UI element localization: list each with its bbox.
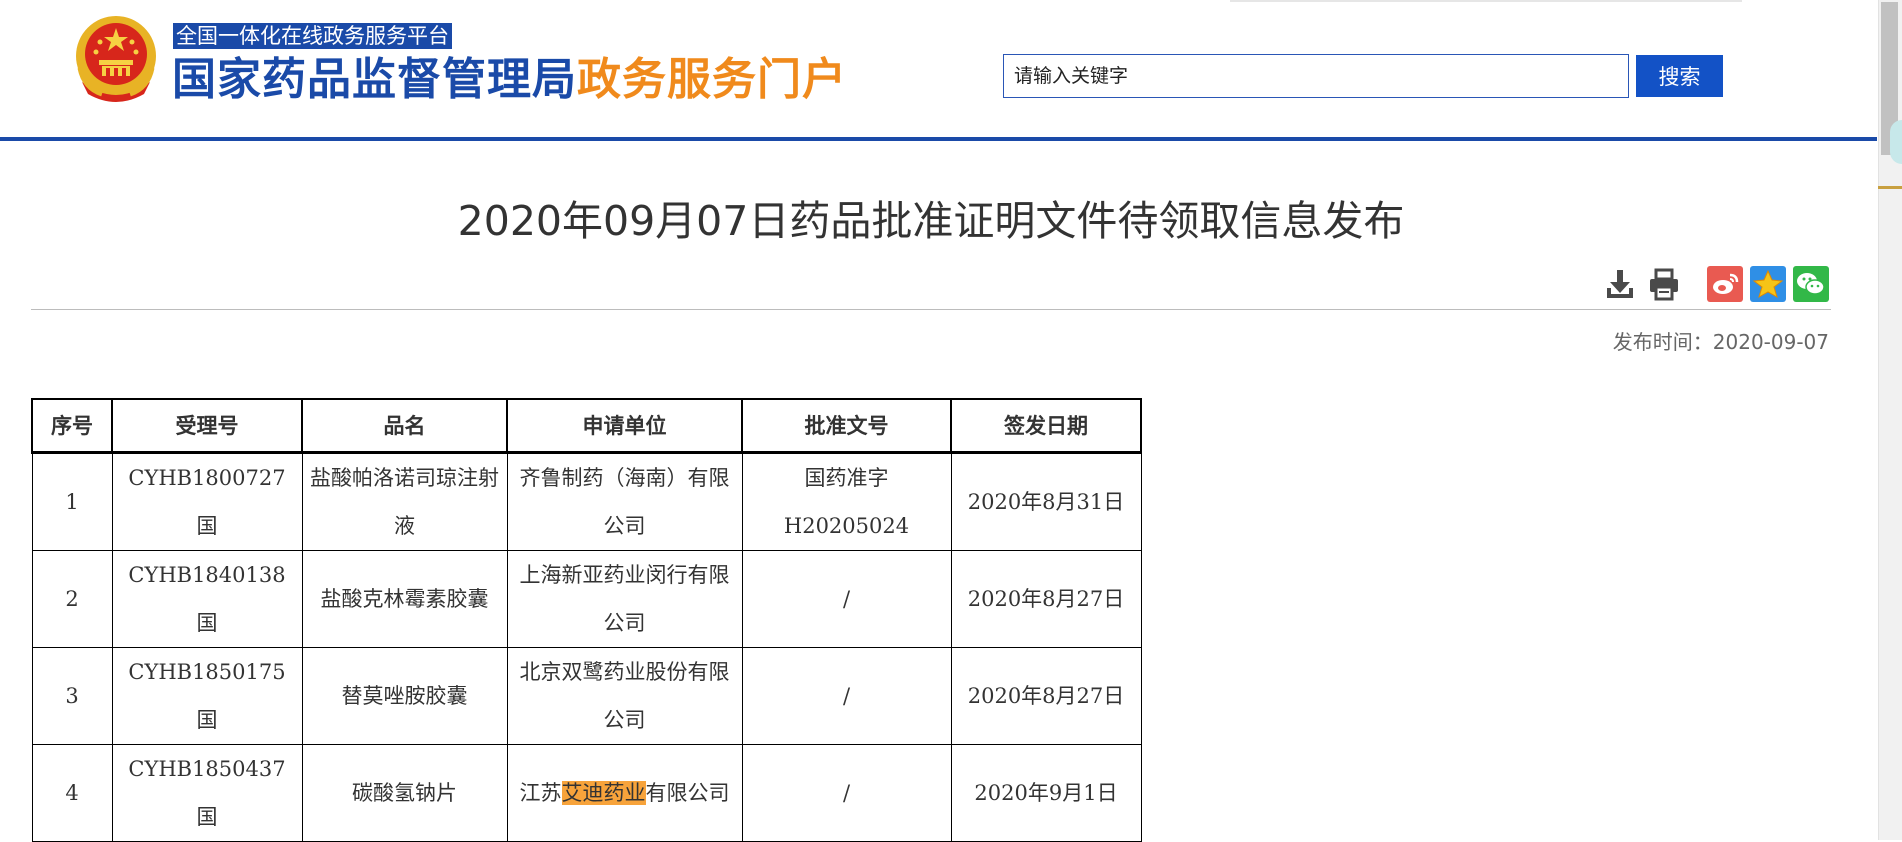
header-product-name: 品名 [301, 398, 508, 454]
applicant-suffix: 有限公司 [645, 781, 730, 805]
cell-no: 4 [31, 744, 113, 842]
cell-product-name: 碳酸氢钠片 [301, 744, 508, 842]
cell-applicant: 江苏艾迪药业有限公司 [506, 744, 743, 842]
cell-accept-no: CYHB1850437国 [111, 744, 303, 842]
cell-applicant: 齐鲁制药（海南）有限公司 [506, 452, 743, 551]
header-issue-date: 签发日期 [950, 398, 1142, 454]
site-title-portal: 政务服务门户 [577, 54, 847, 105]
table-row: 1 CYHB1800727国 盐酸帕洛诺司琼注射液 齐鲁制药（海南）有限公司 国… [31, 452, 1142, 551]
cell-applicant: 北京双鹭药业股份有限公司 [506, 647, 743, 745]
download-icon[interactable] [1604, 266, 1636, 302]
national-emblem-icon [76, 16, 156, 102]
applicant-prefix: 江苏 [519, 781, 562, 805]
cell-issue-date: 2020年8月27日 [950, 647, 1142, 745]
cell-accept-no: CYHB1840138国 [111, 550, 303, 648]
favorite-star-icon [1752, 269, 1784, 299]
table-header-row: 序号 受理号 品名 申请单位 批准文号 签发日期 [31, 398, 1142, 454]
cell-approval-no: 国药准字H20205024 [741, 452, 952, 551]
table-row: 3 CYHB1850175国 替莫唑胺胶囊 北京双鹭药业股份有限公司 / 202… [31, 647, 1142, 745]
platform-label: 全国一体化在线政务服务平台 [173, 23, 452, 49]
cell-product-name: 替莫唑胺胶囊 [301, 647, 508, 745]
title-divider [31, 309, 1831, 310]
header-applicant: 申请单位 [506, 398, 743, 454]
search-highlight: 艾迪药业 [561, 781, 646, 805]
top-faint-bar [1230, 0, 1742, 2]
publish-time-label: 发布时间： [1612, 330, 1713, 354]
cell-approval-no: / [741, 550, 952, 648]
scroll-edge-mark [1878, 186, 1902, 189]
header-approval-no: 批准文号 [741, 398, 952, 454]
cell-issue-date: 2020年9月1日 [950, 744, 1142, 842]
cell-issue-date: 2020年8月27日 [950, 550, 1142, 648]
search-input[interactable] [1003, 54, 1629, 98]
cell-no: 3 [31, 647, 113, 745]
publish-time-value: 2020-09-07 [1712, 330, 1829, 354]
site-title-agency: 国家药品监督管理局 [172, 54, 577, 105]
header-no: 序号 [31, 398, 113, 454]
table-row: 4 CYHB1850437国 碳酸氢钠片 江苏艾迪药业有限公司 / 2020年9… [31, 744, 1142, 842]
cell-approval-no: / [741, 744, 952, 842]
cell-accept-no: CYHB1850175国 [111, 647, 303, 745]
cell-issue-date: 2020年8月31日 [950, 452, 1142, 551]
weibo-share-button[interactable] [1707, 266, 1743, 302]
cell-accept-no: CYHB1800727国 [111, 452, 303, 551]
cell-no: 2 [31, 550, 113, 648]
wechat-share-icon [1797, 273, 1825, 295]
approval-table: 序号 受理号 品名 申请单位 批准文号 签发日期 1 CYHB1800727国 … [31, 398, 1142, 842]
site-title[interactable]: 国家药品监督管理局政务服务门户 [172, 52, 847, 108]
cell-product-name: 盐酸帕洛诺司琼注射液 [301, 452, 508, 551]
floating-side-widget[interactable] [1890, 120, 1902, 164]
header-accept-no: 受理号 [111, 398, 303, 454]
wechat-share-button[interactable] [1793, 266, 1829, 302]
header-divider [0, 137, 1877, 141]
search-button[interactable]: 搜索 [1636, 55, 1723, 97]
article-title: 2020年09月07日药品批准证明文件待领取信息发布 [457, 197, 1405, 245]
print-icon[interactable] [1648, 266, 1680, 302]
cell-approval-no: / [741, 647, 952, 745]
weibo-share-icon [1713, 273, 1739, 294]
cell-product-name: 盐酸克林霉素胶囊 [301, 550, 508, 648]
favorite-button[interactable] [1750, 266, 1786, 302]
cell-applicant: 上海新亚药业闵行有限公司 [506, 550, 743, 648]
publish-time: 发布时间：2020-09-07 [1613, 326, 1829, 355]
cell-no: 1 [31, 452, 113, 551]
table-row: 2 CYHB1840138国 盐酸克林霉素胶囊 上海新亚药业闵行有限公司 / 2… [31, 550, 1142, 648]
